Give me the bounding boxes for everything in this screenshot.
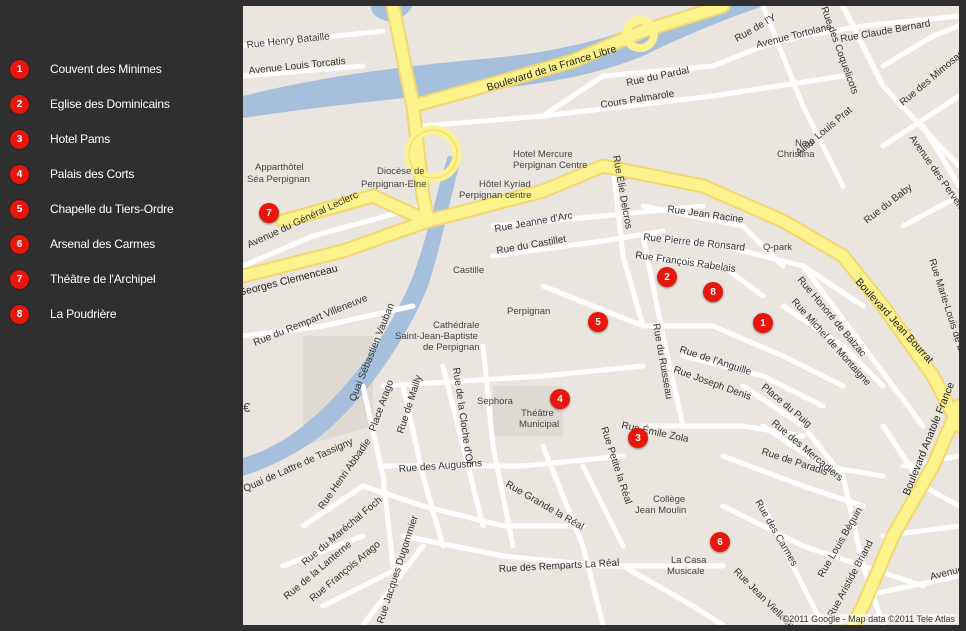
map-view[interactable]: Boulevard de la France Libre Cours Palma… <box>243 6 959 625</box>
poi-number-badge: 3 <box>10 129 29 149</box>
place-label: Collège <box>653 494 685 505</box>
place-label: Hôtel Kyriad <box>479 179 531 190</box>
map-marker-7[interactable]: 7 <box>259 203 279 223</box>
place-label: Musicale <box>667 566 705 577</box>
poi-label[interactable]: Hotel Pams <box>50 132 110 146</box>
poi-item-arsenal-des-carmes[interactable]: 6 Arsenal des Carmes <box>10 233 155 255</box>
euro-icon: € <box>243 400 251 415</box>
place-label: Perpignan <box>507 306 550 317</box>
map-marker-8[interactable]: 8 <box>703 282 723 302</box>
poi-label[interactable]: Couvent des Minimes <box>50 62 162 76</box>
map-marker-2[interactable]: 2 <box>657 267 677 287</box>
poi-label[interactable]: Théâtre de l'Archipel <box>50 272 156 286</box>
map-marker-5[interactable]: 5 <box>588 312 608 332</box>
place-label: Hotel Mercure <box>513 149 573 160</box>
place-label: Saint-Jean-Baptiste <box>395 331 478 342</box>
place-label: New <box>795 138 814 149</box>
poi-item-hotel-pams[interactable]: 3 Hotel Pams <box>10 128 110 150</box>
poi-number-badge: 4 <box>10 164 29 184</box>
place-label: Diocèse de <box>377 166 425 177</box>
place-label: Perpignan Centre <box>513 160 587 171</box>
place-label: La Casa <box>671 555 707 566</box>
poi-item-theatre-de-larchipel[interactable]: 7 Théâtre de l'Archipel <box>10 268 156 290</box>
poi-number-badge: 5 <box>10 199 29 219</box>
place-label: Q-park <box>763 242 792 253</box>
place-label: Christina <box>777 149 815 160</box>
poi-number-badge: 2 <box>10 94 29 114</box>
place-label: Municipal <box>519 419 559 430</box>
poi-number-badge: 1 <box>10 59 29 79</box>
place-label: Perpignan centre <box>459 190 531 201</box>
poi-list: 1 Couvent des Minimes 2 Eglise des Domin… <box>0 0 243 631</box>
poi-item-chapelle-du-tiers-ordre[interactable]: 5 Chapelle du Tiers-Ordre <box>10 198 174 220</box>
poi-label[interactable]: La Poudrière <box>50 307 117 321</box>
map-marker-3[interactable]: 3 <box>628 428 648 448</box>
place-label: Castille <box>453 265 484 276</box>
map-attribution: ©2011 Google - Map data ©2011 Tele Atlas <box>780 614 957 624</box>
place-label: Apparthôtel <box>255 162 304 173</box>
poi-label[interactable]: Chapelle du Tiers-Ordre <box>50 202 174 216</box>
poi-item-couvent-des-minimes[interactable]: 1 Couvent des Minimes <box>10 58 162 80</box>
map-marker-6[interactable]: 6 <box>710 532 730 552</box>
poi-label[interactable]: Arsenal des Carmes <box>50 237 155 251</box>
poi-number-badge: 8 <box>10 304 29 324</box>
place-label: Séa Perpignan <box>247 174 310 185</box>
place-label: Sephora <box>477 396 514 407</box>
poi-item-palais-des-corts[interactable]: 4 Palais des Corts <box>10 163 134 185</box>
map-marker-4[interactable]: 4 <box>550 389 570 409</box>
place-label: Perpignan-Elne <box>361 179 427 190</box>
place-label: Théâtre <box>521 408 554 419</box>
place-label: de Perpignan <box>423 342 480 353</box>
poi-item-eglise-des-dominicains[interactable]: 2 Eglise des Dominicains <box>10 93 170 115</box>
poi-number-badge: 7 <box>10 269 29 289</box>
place-label: Cathédrale <box>433 320 479 331</box>
place-label: Jean Moulin <box>635 505 686 516</box>
poi-number-badge: 6 <box>10 234 29 254</box>
poi-label[interactable]: Palais des Corts <box>50 167 134 181</box>
map-marker-1[interactable]: 1 <box>753 313 773 333</box>
poi-item-la-poudriere[interactable]: 8 La Poudrière <box>10 303 117 325</box>
poi-label[interactable]: Eglise des Dominicains <box>50 97 170 111</box>
